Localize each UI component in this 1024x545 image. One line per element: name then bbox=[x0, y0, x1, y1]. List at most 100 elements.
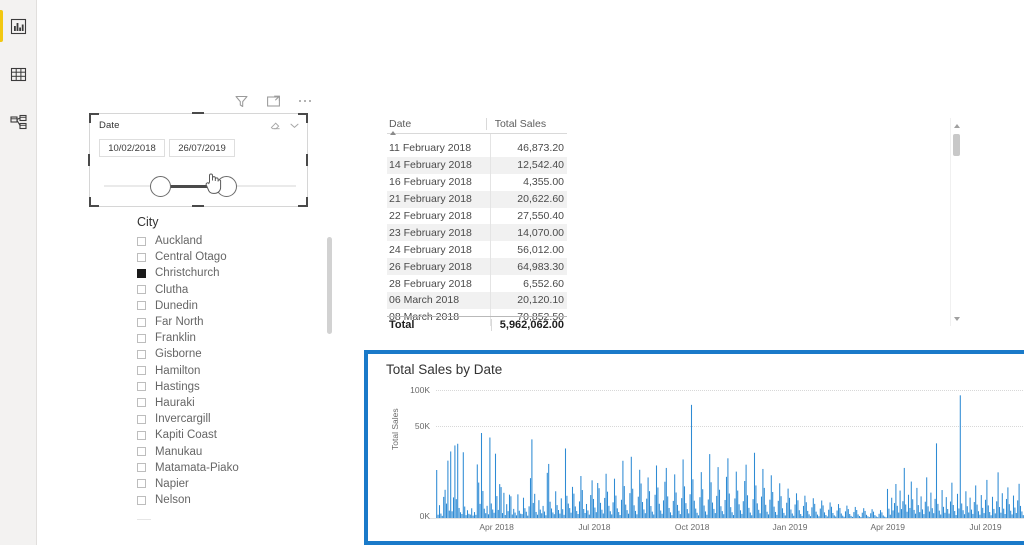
bar[interactable] bbox=[983, 513, 985, 518]
bar[interactable] bbox=[667, 496, 669, 518]
bar[interactable] bbox=[973, 502, 975, 518]
bar[interactable] bbox=[478, 482, 480, 518]
bar[interactable] bbox=[853, 512, 855, 518]
bar[interactable] bbox=[619, 515, 621, 518]
bar[interactable] bbox=[1017, 500, 1019, 518]
bar[interactable] bbox=[776, 514, 778, 518]
bar[interactable] bbox=[690, 404, 693, 518]
bar[interactable] bbox=[753, 452, 756, 518]
bar[interactable] bbox=[892, 510, 894, 518]
bar[interactable] bbox=[643, 509, 645, 518]
city-slicer-list[interactable]: Auckland Central Otago Christchurch Clutha D… bbox=[137, 233, 342, 508]
bar[interactable] bbox=[592, 498, 595, 518]
bar[interactable] bbox=[500, 487, 502, 518]
bar[interactable] bbox=[475, 514, 477, 518]
city-checkbox[interactable] bbox=[137, 463, 146, 473]
bar[interactable] bbox=[578, 501, 581, 518]
bar[interactable] bbox=[907, 494, 910, 518]
bar[interactable] bbox=[749, 512, 751, 518]
bar[interactable] bbox=[462, 452, 464, 518]
bar[interactable] bbox=[457, 443, 459, 518]
bar[interactable] bbox=[615, 495, 617, 518]
table-row[interactable]: 22 February 2018 27,550.40 bbox=[387, 208, 567, 225]
bar[interactable] bbox=[634, 510, 637, 518]
bar[interactable] bbox=[732, 515, 735, 518]
bar[interactable] bbox=[672, 500, 674, 518]
bar[interactable] bbox=[881, 512, 883, 518]
bar[interactable] bbox=[723, 514, 725, 518]
bar[interactable] bbox=[899, 490, 901, 518]
bar[interactable] bbox=[543, 511, 546, 518]
date-slicer-visual[interactable]: Date 10/02/2018 26/07/2019 bbox=[89, 113, 308, 207]
bar[interactable] bbox=[842, 515, 844, 518]
bar[interactable] bbox=[622, 460, 624, 518]
bar[interactable] bbox=[599, 502, 602, 518]
city-slicer-item[interactable]: Nelson bbox=[137, 492, 342, 508]
sidebar-item-model-view[interactable] bbox=[0, 102, 37, 142]
city-slicer-item[interactable]: Kapiti Coast bbox=[137, 427, 342, 443]
bar[interactable] bbox=[934, 498, 936, 518]
bar[interactable] bbox=[994, 513, 996, 518]
selection-handle-bottom-right[interactable] bbox=[298, 197, 308, 207]
bar[interactable] bbox=[839, 507, 841, 518]
bar[interactable] bbox=[741, 513, 743, 518]
bar[interactable] bbox=[510, 496, 512, 518]
bar[interactable] bbox=[814, 503, 816, 518]
bar[interactable] bbox=[863, 508, 865, 518]
total-sales-by-date-chart-visual[interactable]: Total Sales by Date Total Sales 100K 50K… bbox=[364, 350, 1024, 545]
focus-mode-icon[interactable] bbox=[264, 92, 282, 110]
bar[interactable] bbox=[718, 489, 721, 518]
bar[interactable] bbox=[798, 510, 800, 518]
bar[interactable] bbox=[494, 453, 497, 518]
bar[interactable] bbox=[738, 504, 740, 518]
bar[interactable] bbox=[485, 513, 487, 518]
bar[interactable] bbox=[916, 487, 918, 518]
city-checkbox[interactable] bbox=[137, 252, 146, 262]
city-checkbox[interactable] bbox=[137, 333, 146, 343]
date-range-slider[interactable] bbox=[104, 172, 296, 200]
bar[interactable] bbox=[445, 503, 448, 518]
bar[interactable] bbox=[444, 489, 446, 518]
bar[interactable] bbox=[1000, 512, 1002, 518]
bar[interactable] bbox=[996, 501, 998, 518]
bar[interactable] bbox=[590, 495, 592, 518]
city-slicer-item[interactable]: Dunedin bbox=[137, 298, 342, 314]
bar[interactable] bbox=[501, 513, 504, 518]
bar[interactable] bbox=[836, 510, 838, 518]
bar[interactable] bbox=[459, 512, 462, 518]
bar[interactable] bbox=[465, 515, 467, 518]
bar[interactable] bbox=[868, 517, 870, 518]
bar[interactable] bbox=[532, 502, 534, 518]
bar[interactable] bbox=[641, 502, 644, 518]
bar[interactable] bbox=[725, 476, 728, 518]
bar[interactable] bbox=[843, 516, 845, 518]
bar[interactable] bbox=[573, 493, 575, 518]
bar[interactable] bbox=[924, 501, 926, 518]
bar[interactable] bbox=[846, 505, 848, 518]
bar[interactable] bbox=[522, 497, 525, 518]
chart-plot-area[interactable] bbox=[436, 390, 1024, 518]
bar[interactable] bbox=[895, 484, 897, 518]
city-checkbox[interactable] bbox=[137, 398, 146, 408]
bar[interactable] bbox=[875, 516, 877, 518]
bar[interactable] bbox=[489, 437, 491, 518]
bar[interactable] bbox=[707, 499, 709, 518]
bar[interactable] bbox=[811, 507, 813, 518]
city-slicer-item[interactable]: Hastings bbox=[137, 379, 342, 395]
bar[interactable] bbox=[742, 501, 744, 518]
bar[interactable] bbox=[696, 512, 698, 518]
bar[interactable] bbox=[812, 498, 814, 518]
bar[interactable] bbox=[984, 499, 987, 518]
bar[interactable] bbox=[962, 510, 964, 518]
bar[interactable] bbox=[878, 513, 880, 518]
bar[interactable] bbox=[517, 494, 519, 518]
date-end-input[interactable]: 26/07/2019 bbox=[169, 139, 235, 157]
bar[interactable] bbox=[780, 496, 782, 518]
scroll-down-icon[interactable] bbox=[951, 313, 962, 324]
bar[interactable] bbox=[567, 503, 569, 518]
bar[interactable] bbox=[604, 497, 606, 518]
bar[interactable] bbox=[737, 490, 739, 518]
bar[interactable] bbox=[710, 482, 712, 518]
bar[interactable] bbox=[790, 509, 792, 519]
bar[interactable] bbox=[583, 508, 585, 518]
